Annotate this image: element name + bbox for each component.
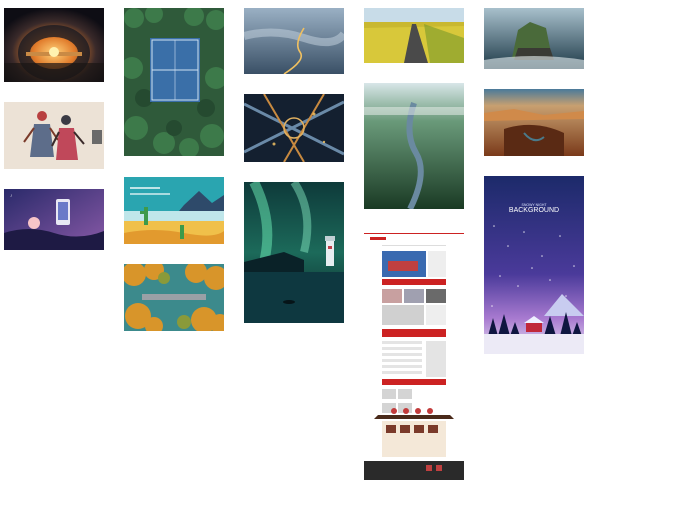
forest-river-image [364, 83, 464, 209]
desert-cactus-image [124, 177, 224, 244]
gallery-tile-sea-stack-island[interactable] [484, 8, 584, 69]
shadow-puppets-image [4, 102, 104, 169]
cave-sunset-image [4, 8, 104, 82]
gallery-tile-forest-court[interactable] [124, 8, 224, 156]
gallery-tile-website-mockup[interactable] [364, 229, 464, 480]
forest-court-image [124, 8, 224, 156]
gallery-tile-phone-night-scene[interactable]: ♪ [4, 189, 104, 250]
gallery-tile-highway-interchange[interactable] [244, 94, 344, 162]
gallery-tile-canyon[interactable] [484, 89, 584, 156]
country-road-field-image [364, 8, 464, 63]
gallery-tile-forest-river[interactable] [364, 83, 464, 209]
gallery-tile-snowy-night-poster[interactable]: SNOWY NIGHT BACKGROUND [484, 176, 584, 354]
autumn-bridge-image [124, 264, 224, 331]
misty-river-image [244, 8, 344, 74]
snowy-night-poster-image: SNOWY NIGHT BACKGROUND [484, 176, 584, 354]
website-mockup-image [364, 229, 464, 480]
highway-interchange-image [244, 94, 344, 162]
aurora-lighthouse-image [244, 182, 344, 323]
canyon-image [484, 89, 584, 156]
sea-stack-island-image [484, 8, 584, 69]
gallery-tile-cave-sunset[interactable] [4, 8, 104, 82]
gallery-tile-desert-cactus-illustration[interactable] [124, 177, 224, 244]
gallery-tile-misty-river[interactable] [244, 8, 344, 74]
gallery-tile-shadow-puppets[interactable] [4, 102, 104, 169]
gallery-tile-autumn-bridge[interactable] [124, 264, 224, 331]
phone-night-scene-image: ♪ [4, 189, 104, 250]
gallery-tile-country-road-field[interactable] [364, 8, 464, 63]
poster-title: BACKGROUND [509, 207, 559, 214]
gallery-tile-aurora-lighthouse[interactable] [244, 182, 344, 323]
